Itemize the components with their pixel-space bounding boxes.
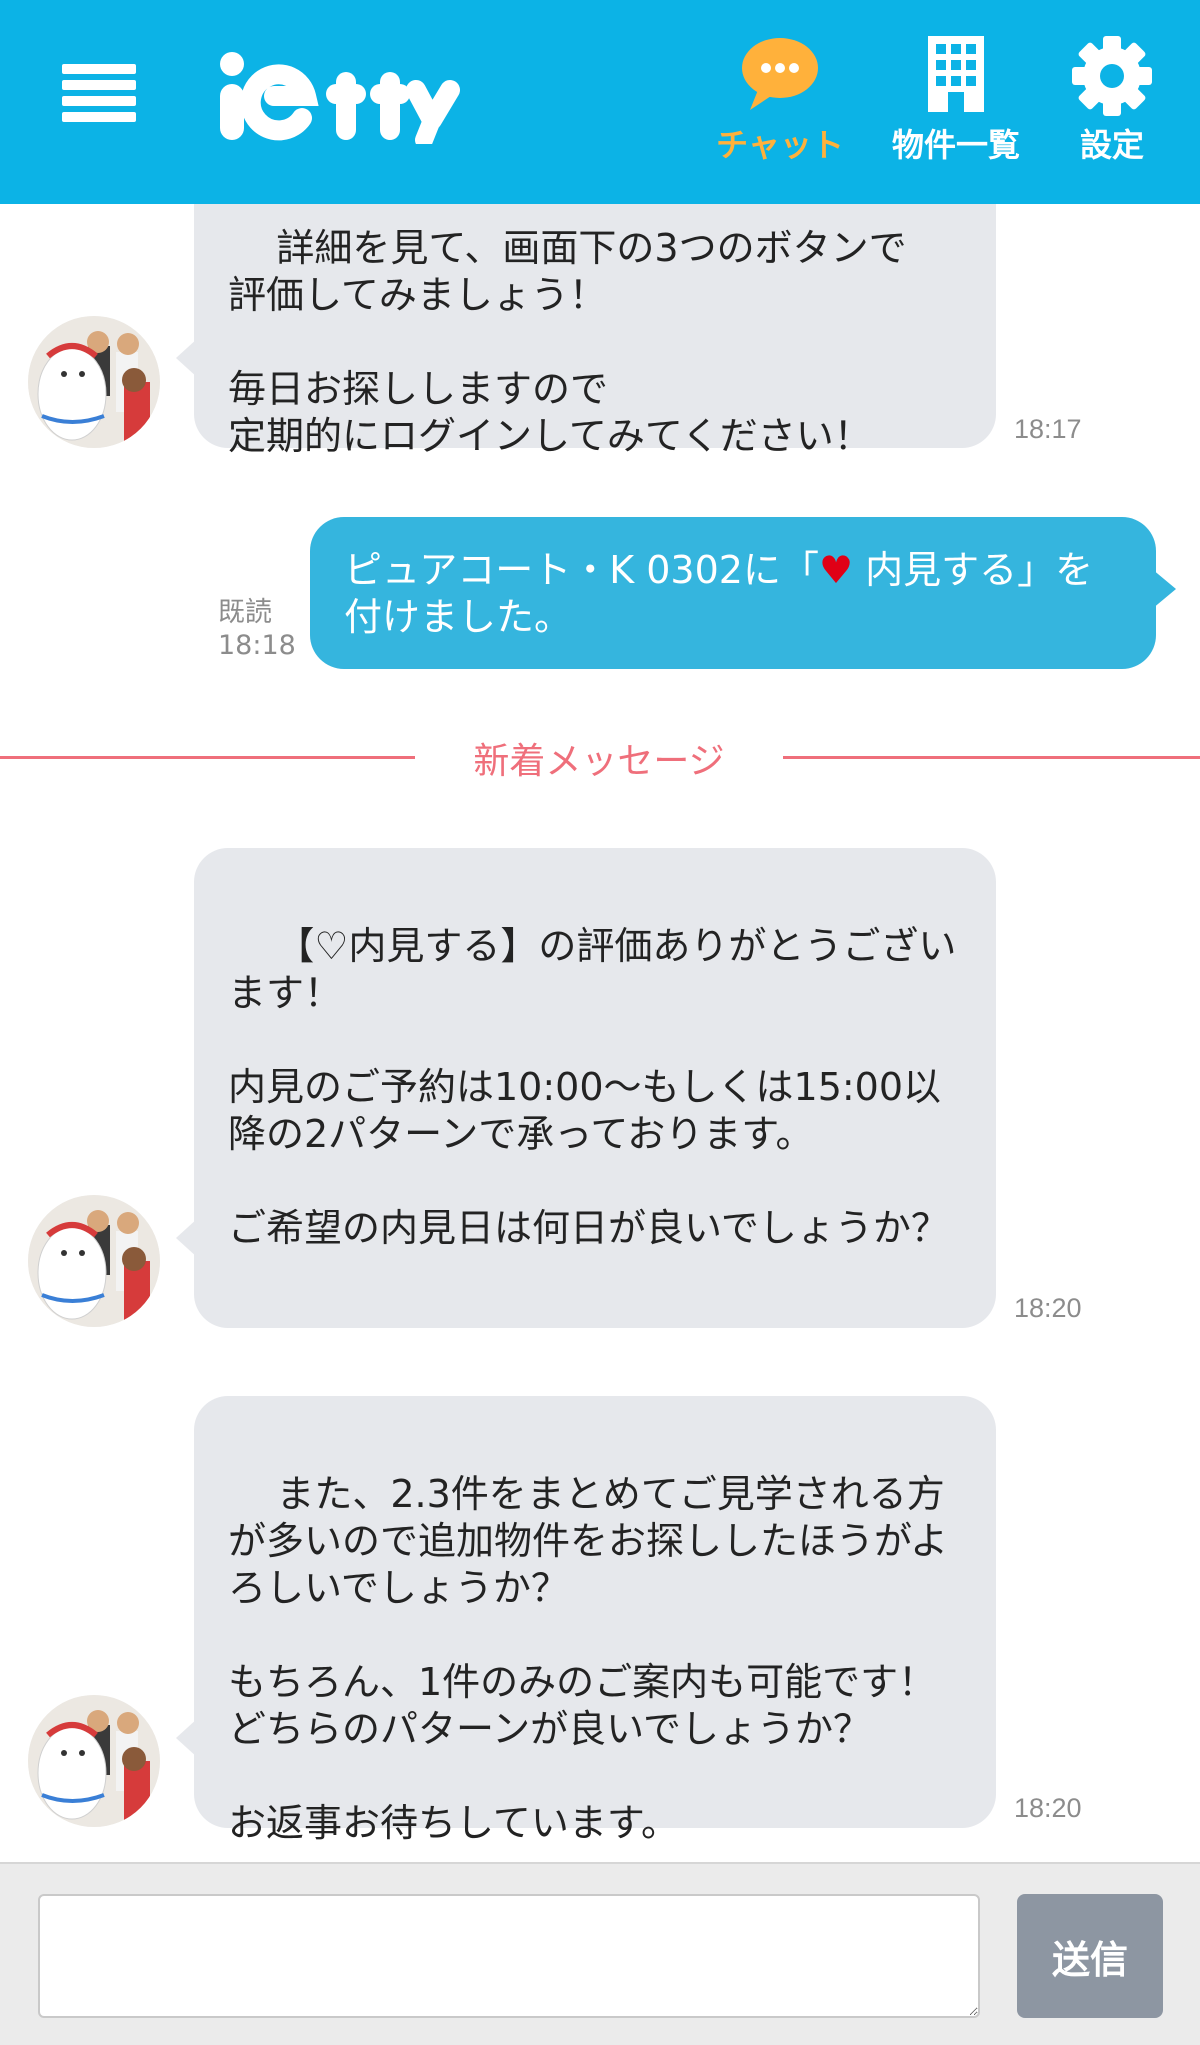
read-receipt-label: 既読 bbox=[218, 597, 272, 628]
message-text-before: ピュアコート・K 0302に「 bbox=[344, 548, 819, 592]
message-time: 18:17 bbox=[1014, 414, 1082, 444]
new-messages-divider: 新着メッセージ bbox=[0, 728, 1200, 784]
agent-avatar[interactable] bbox=[28, 1695, 160, 1827]
nav-settings-label: 設定 bbox=[1079, 126, 1144, 164]
gear-icon bbox=[1072, 36, 1152, 116]
message-input[interactable] bbox=[38, 1894, 980, 2018]
building-icon bbox=[928, 36, 984, 112]
app-header: チャット 物件一覧 設定 bbox=[0, 0, 1200, 204]
message-text: また、2.3件をまとめてご見学される方が多いので追加物件をお探ししたほうがよろし… bbox=[228, 1472, 949, 1845]
read-status: 既読 18:18 bbox=[218, 596, 296, 662]
user-message: ピュアコート・K 0302に「♥ 内見する」を 付けました。 bbox=[310, 517, 1176, 669]
nav-property-list-label: 物件一覧 bbox=[891, 126, 1020, 164]
nav-settings[interactable]: 設定 bbox=[1032, 30, 1192, 170]
nav-property-list[interactable]: 物件一覧 bbox=[876, 30, 1036, 170]
message-text: 詳細を見て、画面下の3つのボタンで 評価してみましょう！ 毎日お探ししますので … bbox=[228, 226, 907, 458]
message-time: 18:18 bbox=[218, 630, 296, 661]
message-text: 【♡内見する】の評価ありがとうございます！ 内見のご予約は10:00〜もしくは1… bbox=[228, 924, 957, 1250]
message-time: 18:20 bbox=[1014, 1293, 1082, 1323]
nav-chat[interactable]: チャット bbox=[700, 30, 860, 170]
new-messages-label: 新着メッセージ bbox=[473, 741, 725, 782]
hamburger-menu-icon[interactable] bbox=[62, 64, 136, 122]
agent-avatar[interactable] bbox=[28, 1195, 160, 1327]
message-composer: 送信 bbox=[0, 1862, 1200, 2045]
agent-message: また、2.3件をまとめてご見学される方が多いので追加物件をお探ししたほうがよろし… bbox=[176, 1396, 996, 1845]
agent-message: 詳細を見て、画面下の3つのボタンで 評価してみましょう！ 毎日お探ししますので … bbox=[176, 204, 996, 458]
agent-avatar[interactable] bbox=[28, 316, 160, 448]
message-time: 18:20 bbox=[1014, 1793, 1082, 1823]
send-button[interactable]: 送信 bbox=[1017, 1894, 1163, 2018]
agent-message: 【♡内見する】の評価ありがとうございます！ 内見のご予約は10:00〜もしくは1… bbox=[176, 848, 996, 1328]
ietty-logo[interactable] bbox=[210, 44, 460, 144]
chat-bubble-icon bbox=[742, 38, 818, 110]
nav-chat-label: チャット bbox=[716, 126, 844, 164]
heart-icon: ♥ bbox=[818, 548, 854, 592]
chat-thread[interactable]: 詳細を見て、画面下の3つのボタンで 評価してみましょう！ 毎日お探ししますので … bbox=[0, 204, 1200, 1862]
